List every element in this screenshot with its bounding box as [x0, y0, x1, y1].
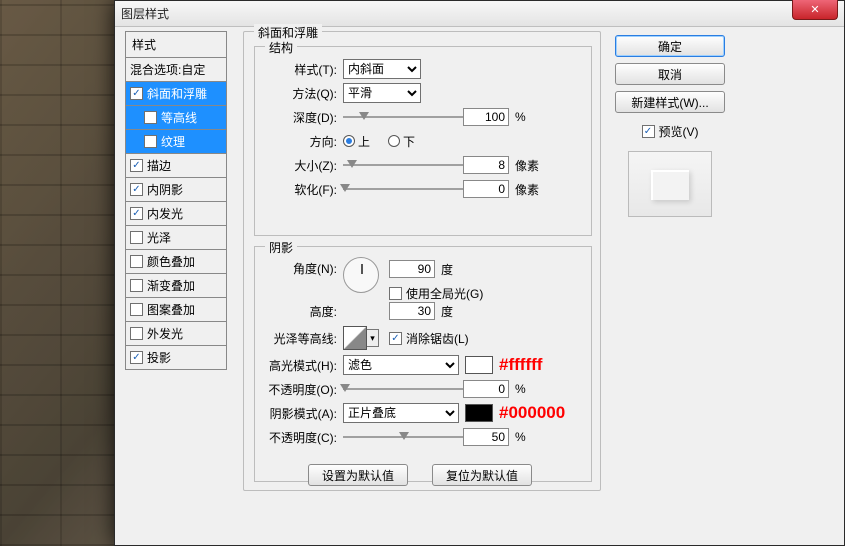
new-style-button[interactable]: 新建样式(W)...: [615, 91, 725, 113]
shadow-color-annotation: #000000: [499, 403, 565, 423]
structure-group: 结构 样式(T):内斜面 方法(Q):平滑 深度(D):% 方向:上下 大小(Z…: [254, 46, 592, 236]
style-texture[interactable]: 纹理: [125, 130, 227, 154]
angle-input[interactable]: [389, 260, 435, 278]
depth-slider[interactable]: [343, 110, 463, 124]
bevel-emboss-panel: 斜面和浮雕 结构 样式(T):内斜面 方法(Q):平滑 深度(D):% 方向:上…: [243, 31, 601, 491]
style-inner-shadow[interactable]: 内阴影: [125, 178, 227, 202]
style-stroke[interactable]: 描边: [125, 154, 227, 178]
direction-up-radio[interactable]: [343, 135, 355, 147]
preview-thumbnail: [628, 151, 712, 217]
direction-down-radio[interactable]: [388, 135, 400, 147]
checkbox-icon[interactable]: [130, 255, 143, 268]
style-drop-shadow[interactable]: 投影: [125, 346, 227, 370]
highlight-mode-select[interactable]: 滤色: [343, 355, 459, 375]
highlight-color-annotation: #ffffff: [499, 355, 542, 375]
anti-alias-checkbox[interactable]: [389, 332, 402, 345]
style-gradient-overlay[interactable]: 渐变叠加: [125, 274, 227, 298]
style-contour[interactable]: 等高线: [125, 106, 227, 130]
angle-dial[interactable]: [343, 257, 379, 293]
highlight-opacity-slider[interactable]: [343, 382, 463, 396]
soften-input[interactable]: [463, 180, 509, 198]
dialog-buttons: 确定 取消 新建样式(W)... 预览(V): [615, 35, 725, 217]
shadow-color-swatch[interactable]: [465, 404, 493, 422]
checkbox-icon[interactable]: [144, 135, 157, 148]
shadow-mode-select[interactable]: 正片叠底: [343, 403, 459, 423]
shading-group: 阴影 角度(N): 度 使用全局光(G) 高度:度 光泽等高线:▾消除锯齿(L)…: [254, 246, 592, 482]
depth-input[interactable]: [463, 108, 509, 126]
layer-style-dialog: 图层样式 ✕ 样式 混合选项:自定 斜面和浮雕 等高线 纹理 描边 内阴影 内发…: [114, 0, 845, 546]
checkbox-icon[interactable]: [130, 351, 143, 364]
contour-dropdown-icon[interactable]: ▾: [367, 329, 379, 347]
style-pattern-overlay[interactable]: 图案叠加: [125, 298, 227, 322]
preview-checkbox[interactable]: [642, 125, 655, 138]
highlight-opacity-input[interactable]: [463, 380, 509, 398]
technique-select[interactable]: 平滑: [343, 83, 421, 103]
window-title: 图层样式: [121, 5, 169, 22]
shading-legend: 阴影: [265, 239, 297, 256]
shadow-opacity-slider[interactable]: [343, 430, 463, 444]
reset-default-button[interactable]: 复位为默认值: [432, 464, 532, 486]
style-bevel-emboss[interactable]: 斜面和浮雕: [125, 82, 227, 106]
ok-button[interactable]: 确定: [615, 35, 725, 57]
gloss-contour-picker[interactable]: [343, 326, 367, 350]
titlebar[interactable]: 图层样式 ✕: [115, 1, 844, 27]
structure-legend: 结构: [265, 39, 297, 56]
make-default-button[interactable]: 设置为默认值: [308, 464, 408, 486]
checkbox-icon[interactable]: [130, 183, 143, 196]
blend-options-row[interactable]: 混合选项:自定: [125, 58, 227, 82]
style-select[interactable]: 内斜面: [343, 59, 421, 79]
checkbox-icon[interactable]: [130, 159, 143, 172]
global-light-checkbox[interactable]: [389, 287, 402, 300]
style-satin[interactable]: 光泽: [125, 226, 227, 250]
checkbox-icon[interactable]: [130, 231, 143, 244]
styles-list: 样式 混合选项:自定 斜面和浮雕 等高线 纹理 描边 内阴影 内发光 光泽 颜色…: [125, 31, 227, 370]
style-outer-glow[interactable]: 外发光: [125, 322, 227, 346]
style-inner-glow[interactable]: 内发光: [125, 202, 227, 226]
checkbox-icon[interactable]: [130, 327, 143, 340]
size-input[interactable]: [463, 156, 509, 174]
cancel-button[interactable]: 取消: [615, 63, 725, 85]
altitude-input[interactable]: [389, 302, 435, 320]
highlight-color-swatch[interactable]: [465, 356, 493, 374]
checkbox-icon[interactable]: [130, 279, 143, 292]
close-button[interactable]: ✕: [792, 0, 838, 20]
checkbox-icon[interactable]: [130, 87, 143, 100]
style-color-overlay[interactable]: 颜色叠加: [125, 250, 227, 274]
checkbox-icon[interactable]: [130, 207, 143, 220]
checkbox-icon[interactable]: [130, 303, 143, 316]
checkbox-icon[interactable]: [144, 111, 157, 124]
size-slider[interactable]: [343, 158, 463, 172]
soften-slider[interactable]: [343, 182, 463, 196]
shadow-opacity-input[interactable]: [463, 428, 509, 446]
styles-header: 样式: [125, 31, 227, 58]
